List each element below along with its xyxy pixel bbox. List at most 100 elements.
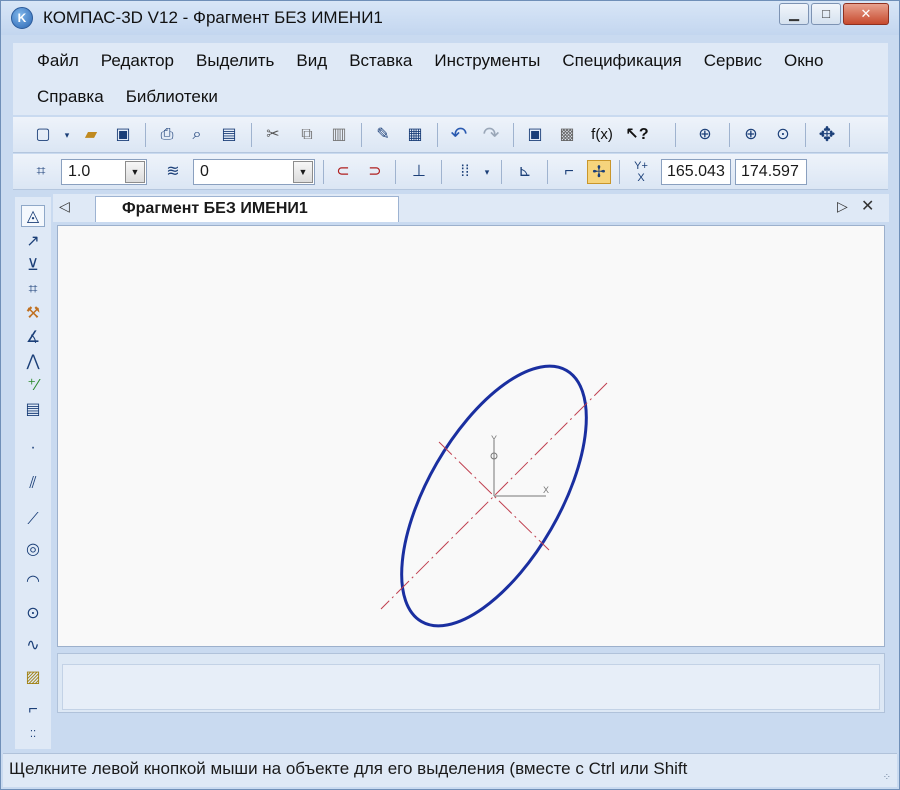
polyline-tool-icon[interactable]: ⌐	[21, 699, 45, 721]
toolbar-separator	[441, 160, 442, 184]
orthogonal-mode-icon[interactable]: ⊥	[407, 160, 431, 184]
toolbar-separator	[501, 160, 502, 184]
menu-editor[interactable]: Редактор	[91, 48, 186, 78]
snap-magnet-icon[interactable]: ⊂	[331, 160, 355, 184]
chevron-down-icon[interactable]: ▼	[293, 161, 313, 183]
menu-window[interactable]: Окно	[774, 48, 836, 78]
menu-row-2: Справка Библиотеки	[13, 84, 218, 114]
properties-icon[interactable]: ▤	[217, 123, 241, 147]
copy-icon[interactable]: ⧉	[295, 123, 319, 147]
app-window: K КОМПАС-3D V12 - Фрагмент БЕЗ ИМЕНИ1 ▁ …	[0, 0, 900, 790]
round-mode-icon[interactable]: ⌐	[557, 160, 581, 184]
tab-fragment[interactable]: Фрагмент БЕЗ ИМЕНИ1	[95, 196, 399, 222]
grid-dots-icon[interactable]: ⁞⁞	[453, 160, 477, 184]
tab-scroll-left-icon[interactable]: ◁	[59, 198, 70, 215]
menu-specification[interactable]: Спецификация	[552, 48, 693, 78]
measure-panel-icon[interactable]: ∡	[21, 327, 45, 349]
layer-combo[interactable]: 0 ▼	[193, 159, 315, 185]
zoom-in-icon[interactable]: ⊕	[739, 123, 763, 147]
coord-y-value: 174.597	[741, 163, 799, 180]
toolbar-separator	[619, 160, 620, 184]
paste-icon[interactable]: ▥	[327, 123, 351, 147]
manager-documents-icon[interactable]: ▣	[523, 123, 547, 147]
arc-tool-icon[interactable]: ◠	[21, 571, 45, 593]
grid-step-icon[interactable]: ⌗	[29, 160, 53, 184]
geometry-panel-icon[interactable]: ◬	[21, 205, 45, 227]
point-tool-icon[interactable]: ·	[21, 437, 45, 459]
tab-fragment-label: Фрагмент БЕЗ ИМЕНИ1	[122, 200, 308, 217]
pan-icon[interactable]: ✥	[815, 123, 839, 147]
variables-table-icon[interactable]: ▦	[403, 123, 427, 147]
dimensions-panel-icon[interactable]: ↗	[21, 231, 45, 253]
open-folder-icon[interactable]: ▰	[79, 123, 103, 147]
document-tab-bar: ◁ Фрагмент БЕЗ ИМЕНИ1 ▷ ✕	[53, 194, 889, 222]
spec-panel-icon[interactable]: ▤	[21, 399, 45, 421]
close-button[interactable]: ✕	[843, 3, 889, 25]
menu-service[interactable]: Сервис	[694, 48, 774, 78]
menu-insert[interactable]: Вставка	[339, 48, 424, 78]
resize-grip-icon[interactable]: ⁘	[883, 772, 891, 783]
new-dropdown-icon[interactable]: ▾	[61, 123, 73, 147]
coord-x-value: 165.043	[667, 163, 725, 180]
layers-icon[interactable]: ≋	[161, 160, 185, 184]
spline-tool-icon[interactable]: ∿	[21, 635, 45, 657]
menu-select[interactable]: Выделить	[186, 48, 286, 78]
designations-panel-icon[interactable]: ⊻	[21, 255, 45, 277]
toolbar-separator	[145, 123, 146, 147]
scale-combo[interactable]: 1.0 ▼	[61, 159, 147, 185]
zoom-fit-icon[interactable]: ⊙	[771, 123, 795, 147]
coord-x-field[interactable]: 165.043	[661, 159, 731, 185]
ellipse-tool-icon[interactable]: ⊙	[21, 603, 45, 625]
local-coordinates-icon[interactable]: ⊾	[513, 160, 537, 184]
zoom-window-icon[interactable]: ⊕	[693, 123, 717, 147]
status-bar: Щелкните левой кнопкой мыши на объекте д…	[3, 753, 897, 787]
associative-views-icon[interactable]: ⁺∕	[21, 375, 45, 397]
window-title: КОМПАС-3D V12 - Фрагмент БЕЗ ИМЕНИ1	[43, 8, 383, 27]
undo-icon[interactable]: ↶	[447, 123, 471, 147]
print-preview-icon[interactable]: ⌕	[185, 123, 209, 147]
tab-scroll-right-icon[interactable]: ▷	[837, 198, 848, 215]
circle-tool-icon[interactable]: ◎	[21, 539, 45, 561]
auxiliary-line-icon[interactable]: ⫽	[21, 473, 45, 495]
redo-icon[interactable]: ↷	[479, 123, 503, 147]
new-document-icon[interactable]: ▢	[31, 123, 55, 147]
minimize-button[interactable]: ▁	[779, 3, 809, 25]
title-bar: K КОМПАС-3D V12 - Фрагмент БЕЗ ИМЕНИ1 ▁ …	[1, 1, 899, 35]
cursor-snap-icon[interactable]: ✢	[587, 160, 611, 184]
menu-view[interactable]: Вид	[286, 48, 339, 78]
coord-y-field[interactable]: 174.597	[735, 159, 807, 185]
menu-file[interactable]: Файл	[13, 48, 91, 78]
chevron-down-icon[interactable]: ▼	[125, 161, 145, 183]
variables-fx-icon[interactable]: f(x)	[587, 123, 617, 147]
help-pointer-icon[interactable]: ↖?	[625, 123, 649, 147]
hatch-tool-icon[interactable]: ▨	[21, 667, 45, 689]
maximize-button[interactable]: □	[811, 3, 841, 25]
print-icon[interactable]: ⎙	[155, 123, 179, 147]
parametrization-panel-icon[interactable]: ⚒	[21, 303, 45, 325]
toolbar-separator	[437, 123, 438, 147]
edit-panel-icon[interactable]: ⌗	[21, 279, 45, 301]
library-manager-icon[interactable]: ▩	[555, 123, 579, 147]
origin-marker: Y X	[490, 434, 549, 497]
format-brush-icon[interactable]: ✎	[371, 123, 395, 147]
tab-close-icon[interactable]: ✕	[861, 196, 874, 216]
status-hint: Щелкните левой кнопкой мыши на объекте д…	[9, 759, 688, 778]
drawing-canvas[interactable]: Y X	[57, 225, 885, 647]
menu-help[interactable]: Справка	[13, 84, 104, 114]
grid-dropdown-icon[interactable]: ▾	[481, 160, 493, 184]
menu-libraries[interactable]: Библиотеки	[104, 84, 218, 114]
select-panel-icon[interactable]: ⋀	[21, 351, 45, 373]
panel-expand-icon[interactable]: ⁚⁚	[21, 729, 45, 741]
menu-tools[interactable]: Инструменты	[424, 48, 552, 78]
layer-value: 0	[200, 163, 209, 180]
snap-settings-icon[interactable]: ⊃	[363, 160, 387, 184]
properties-panel	[57, 653, 885, 713]
current-state-toolbar: ⌗ 1.0 ▼ ≋ 0 ▼ ⊂ ⊃ ⊥ ⁞⁞ ▾ ⊾ ⌐ ✢ Y+ X 165.0…	[13, 154, 888, 190]
save-icon[interactable]: ▣	[111, 123, 135, 147]
toolbar-separator	[805, 123, 806, 147]
standard-toolbar: ▢ ▾ ▰ ▣ ⎙ ⌕ ▤ ✂ ⧉ ▥ ✎ ▦ ↶ ↷ ▣ ▩ f(x) ↖? …	[13, 117, 888, 153]
origin-x-label: X	[543, 485, 549, 495]
segment-tool-icon[interactable]: ⟋	[21, 509, 45, 531]
menu-row-1: Файл Редактор Выделить Вид Вставка Инстр…	[13, 48, 835, 78]
cut-icon[interactable]: ✂	[261, 123, 285, 147]
